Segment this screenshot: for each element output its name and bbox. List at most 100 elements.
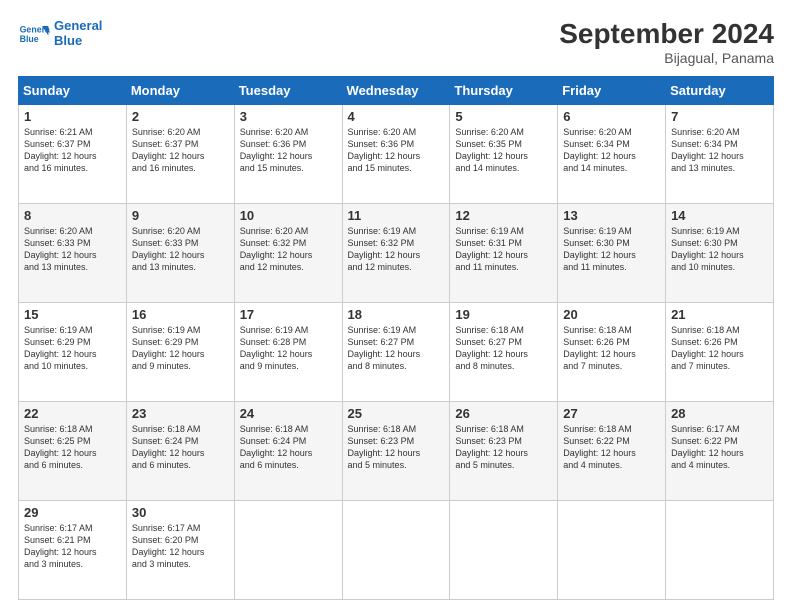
location: Bijagual, Panama [559,50,774,66]
col-friday: Friday [558,77,666,105]
calendar-week-row: 22 Sunrise: 6:18 AMSunset: 6:25 PMDayligh… [19,402,774,501]
header: General Blue General Blue September 2024… [18,18,774,66]
day-info: Sunrise: 6:17 AMSunset: 6:20 PMDaylight:… [132,523,205,569]
table-row: 12 Sunrise: 6:19 AMSunset: 6:31 PMDayligh… [450,204,558,303]
day-number: 24 [240,406,337,421]
day-number: 19 [455,307,552,322]
table-row: 10 Sunrise: 6:20 AMSunset: 6:32 PMDayligh… [234,204,342,303]
day-number: 7 [671,109,768,124]
table-row: 19 Sunrise: 6:18 AMSunset: 6:27 PMDayligh… [450,303,558,402]
logo-general: General [54,19,102,34]
table-row [666,501,774,600]
calendar-header-row: Sunday Monday Tuesday Wednesday Thursday… [19,77,774,105]
day-number: 3 [240,109,337,124]
table-row: 1 Sunrise: 6:21 AMSunset: 6:37 PMDaylight… [19,105,127,204]
day-number: 25 [348,406,445,421]
day-number: 5 [455,109,552,124]
table-row: 11Sunrise: 6:19 AMSunset: 6:32 PMDayligh… [342,204,450,303]
day-number: 11 [348,208,445,223]
day-info: Sunrise: 6:18 AMSunset: 6:25 PMDaylight:… [24,424,97,470]
table-row: 20 Sunrise: 6:18 AMSunset: 6:26 PMDayligh… [558,303,666,402]
table-row: 15Sunrise: 6:19 AMSunset: 6:29 PMDayligh… [19,303,127,402]
day-number: 17 [240,307,337,322]
calendar-week-row: 15Sunrise: 6:19 AMSunset: 6:29 PMDayligh… [19,303,774,402]
day-info: Sunrise: 6:19 AMSunset: 6:31 PMDaylight:… [455,226,528,272]
col-thursday: Thursday [450,77,558,105]
day-number: 28 [671,406,768,421]
day-number: 10 [240,208,337,223]
table-row: 14 Sunrise: 6:19 AMSunset: 6:30 PMDayligh… [666,204,774,303]
table-row [342,501,450,600]
table-row: 30 Sunrise: 6:17 AMSunset: 6:20 PMDayligh… [126,501,234,600]
day-info: Sunrise: 6:19 AMSunset: 6:30 PMDaylight:… [563,226,636,272]
table-row [558,501,666,600]
day-number: 9 [132,208,229,223]
day-number: 4 [348,109,445,124]
table-row: 3 Sunrise: 6:20 AMSunset: 6:36 PMDaylight… [234,105,342,204]
svg-text:Blue: Blue [20,34,39,44]
day-info: Sunrise: 6:19 AMSunset: 6:27 PMDaylight:… [348,325,421,371]
day-number: 27 [563,406,660,421]
col-wednesday: Wednesday [342,77,450,105]
table-row: 7 Sunrise: 6:20 AMSunset: 6:34 PMDaylight… [666,105,774,204]
calendar-week-row: 29 Sunrise: 6:17 AMSunset: 6:21 PMDayligh… [19,501,774,600]
day-info: Sunrise: 6:18 AMSunset: 6:23 PMDaylight:… [348,424,421,470]
day-info: Sunrise: 6:20 AMSunset: 6:33 PMDaylight:… [132,226,205,272]
day-info: Sunrise: 6:18 AMSunset: 6:26 PMDaylight:… [563,325,636,371]
day-info: Sunrise: 6:19 AMSunset: 6:28 PMDaylight:… [240,325,313,371]
page: General Blue General Blue September 2024… [0,0,792,612]
table-row: 18 Sunrise: 6:19 AMSunset: 6:27 PMDayligh… [342,303,450,402]
day-info: Sunrise: 6:20 AMSunset: 6:34 PMDaylight:… [563,127,636,173]
day-number: 13 [563,208,660,223]
day-info: Sunrise: 6:18 AMSunset: 6:22 PMDaylight:… [563,424,636,470]
table-row: 17 Sunrise: 6:19 AMSunset: 6:28 PMDayligh… [234,303,342,402]
table-row: 23 Sunrise: 6:18 AMSunset: 6:24 PMDayligh… [126,402,234,501]
day-number: 16 [132,307,229,322]
table-row: 27 Sunrise: 6:18 AMSunset: 6:22 PMDayligh… [558,402,666,501]
table-row: 13 Sunrise: 6:19 AMSunset: 6:30 PMDayligh… [558,204,666,303]
day-info: Sunrise: 6:18 AMSunset: 6:24 PMDaylight:… [240,424,313,470]
table-row: 28Sunrise: 6:17 AMSunset: 6:22 PMDayligh… [666,402,774,501]
table-row [450,501,558,600]
day-info: Sunrise: 6:20 AMSunset: 6:32 PMDaylight:… [240,226,313,272]
table-row: 16 Sunrise: 6:19 AMSunset: 6:29 PMDayligh… [126,303,234,402]
day-number: 29 [24,505,121,520]
day-info: Sunrise: 6:20 AMSunset: 6:34 PMDaylight:… [671,127,744,173]
day-number: 12 [455,208,552,223]
table-row: 21Sunrise: 6:18 AMSunset: 6:26 PMDayligh… [666,303,774,402]
calendar-week-row: 8 Sunrise: 6:20 AMSunset: 6:33 PMDaylight… [19,204,774,303]
logo-icon: General Blue [18,18,50,50]
day-info: Sunrise: 6:20 AMSunset: 6:37 PMDaylight:… [132,127,205,173]
logo: General Blue General Blue [18,18,102,50]
table-row: 5Sunrise: 6:20 AMSunset: 6:35 PMDaylight… [450,105,558,204]
col-saturday: Saturday [666,77,774,105]
day-number: 1 [24,109,121,124]
table-row: 29 Sunrise: 6:17 AMSunset: 6:21 PMDayligh… [19,501,127,600]
table-row: 26Sunrise: 6:18 AMSunset: 6:23 PMDayligh… [450,402,558,501]
day-info: Sunrise: 6:17 AMSunset: 6:21 PMDaylight:… [24,523,97,569]
col-monday: Monday [126,77,234,105]
day-info: Sunrise: 6:19 AMSunset: 6:29 PMDaylight:… [132,325,205,371]
day-info: Sunrise: 6:20 AMSunset: 6:36 PMDaylight:… [240,127,313,173]
day-number: 22 [24,406,121,421]
calendar-week-row: 1 Sunrise: 6:21 AMSunset: 6:37 PMDaylight… [19,105,774,204]
title-block: September 2024 Bijagual, Panama [559,18,774,66]
day-info: Sunrise: 6:19 AMSunset: 6:30 PMDaylight:… [671,226,744,272]
day-number: 30 [132,505,229,520]
table-row: 6Sunrise: 6:20 AMSunset: 6:34 PMDaylight… [558,105,666,204]
day-info: Sunrise: 6:18 AMSunset: 6:27 PMDaylight:… [455,325,528,371]
day-number: 14 [671,208,768,223]
calendar-table: Sunday Monday Tuesday Wednesday Thursday… [18,76,774,600]
day-info: Sunrise: 6:20 AMSunset: 6:33 PMDaylight:… [24,226,97,272]
day-info: Sunrise: 6:21 AMSunset: 6:37 PMDaylight:… [24,127,97,173]
day-number: 23 [132,406,229,421]
table-row: 9 Sunrise: 6:20 AMSunset: 6:33 PMDaylight… [126,204,234,303]
day-info: Sunrise: 6:18 AMSunset: 6:26 PMDaylight:… [671,325,744,371]
col-sunday: Sunday [19,77,127,105]
logo-blue: Blue [54,34,102,49]
day-info: Sunrise: 6:18 AMSunset: 6:24 PMDaylight:… [132,424,205,470]
day-number: 20 [563,307,660,322]
day-number: 8 [24,208,121,223]
table-row [234,501,342,600]
day-number: 18 [348,307,445,322]
